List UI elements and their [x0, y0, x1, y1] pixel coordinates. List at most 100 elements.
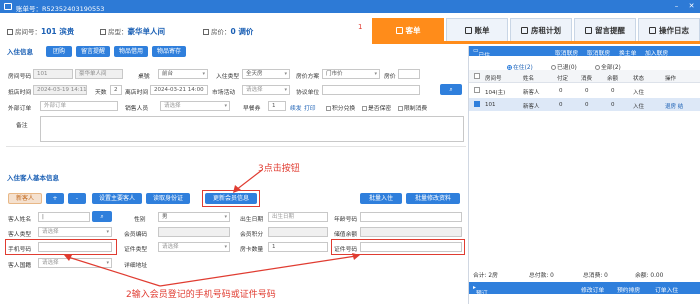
tab-underline: [372, 41, 700, 44]
change-main-order-link[interactable]: 换主单: [619, 48, 636, 57]
birth-label: 出生日期: [240, 217, 264, 223]
guest-section-title: 入住客人基本信息: [7, 174, 59, 182]
birth-field[interactable]: 出生日期: [268, 212, 328, 222]
guest-search-button[interactable]: ⌕: [92, 211, 112, 222]
batch-edit-button[interactable]: 批量修改资料: [406, 193, 460, 204]
row-ops-links[interactable]: 退房 结: [665, 102, 683, 110]
room-icon: [7, 29, 13, 35]
table-row[interactable]: 104(主) 新客人 0 0 0 入住: [469, 84, 700, 97]
market-select[interactable]: 请选择: [242, 85, 290, 95]
row-checkbox[interactable]: [474, 87, 480, 93]
guest-type-label: 客人类型: [8, 232, 32, 238]
points-label: 会员积分: [240, 232, 264, 238]
price-plan-select[interactable]: 门市价: [322, 69, 380, 79]
seller-select[interactable]: 请选择: [160, 101, 230, 111]
price-info: 房价：0 调价: [203, 26, 253, 37]
table-row[interactable]: 101 新客人 0 0 0 入住 退房 结: [469, 98, 700, 111]
select-all-checkbox[interactable]: [474, 73, 480, 79]
balance-field: [360, 227, 462, 237]
room-info: 房间号：101 滨贵: [7, 26, 74, 37]
batch-checkin-button[interactable]: 批量入住: [360, 193, 402, 204]
unlink-room-link-1[interactable]: 取消联房: [555, 48, 578, 57]
gender-select[interactable]: 男: [158, 212, 230, 222]
group-buy-button[interactable]: 团购: [46, 46, 72, 57]
price-value[interactable]: 0 调价: [231, 27, 254, 36]
card-num-field[interactable]: 1: [268, 242, 328, 252]
tab-message[interactable]: 留言提醒: [574, 18, 636, 42]
guest-type-select[interactable]: 请选择: [38, 227, 112, 237]
agreement-label: 协议单位: [296, 90, 320, 96]
close-icon[interactable]: ✕: [687, 2, 696, 10]
join-room-link[interactable]: 加入联房: [645, 48, 668, 57]
edit-order-button[interactable]: 修改订单: [581, 285, 604, 294]
row-checkbox[interactable]: [474, 101, 480, 107]
leave-label: 离店时间: [125, 90, 149, 96]
item-borrow-button[interactable]: 物品借用: [114, 46, 148, 57]
leave-field[interactable]: 2024-03-21 14:00: [150, 85, 208, 95]
section-divider: [6, 146, 466, 147]
cards-field[interactable]: 1: [268, 101, 286, 111]
age-field[interactable]: [360, 212, 462, 222]
add-guest-button[interactable]: +: [46, 193, 64, 204]
secret-checkbox[interactable]: [362, 106, 367, 111]
window-titlebar: 账单号：R52352403190553 – ✕: [0, 0, 700, 13]
tab-guest-order[interactable]: 客单: [372, 18, 444, 42]
message-reminder-button[interactable]: 留言提醒: [76, 46, 110, 57]
gender-label: 性别: [134, 217, 146, 223]
new-guest-button[interactable]: 新客人: [8, 193, 42, 204]
checkin-section-title: 入住信息: [7, 48, 33, 56]
price-plan-label: 房价方案: [296, 74, 320, 80]
tab-rent-plan[interactable]: 房租计划: [510, 18, 572, 42]
table-select[interactable]: 前台: [158, 69, 208, 79]
room-type-field: 豪华单人间: [75, 69, 123, 79]
opt-secret[interactable]: 是否保密: [362, 103, 391, 112]
minimize-icon[interactable]: –: [672, 2, 681, 10]
agreement-field[interactable]: [322, 85, 420, 95]
tab-bill[interactable]: 账单: [446, 18, 508, 42]
room-price-field[interactable]: [398, 69, 420, 79]
arrive-label: 抵店时间: [8, 90, 32, 96]
set-main-guest-button[interactable]: 设置主要客人: [92, 193, 142, 204]
renew-link[interactable]: 续发: [290, 103, 302, 112]
cards-label: 早餐券: [243, 106, 261, 112]
highlight-update-member: [202, 190, 260, 207]
points-checkbox[interactable]: [326, 106, 331, 111]
remove-guest-button[interactable]: -: [68, 193, 86, 204]
outer-order-field[interactable]: 外部订单: [40, 101, 118, 111]
room-price-label: 房价: [384, 74, 396, 80]
type-value: 豪华单人间: [127, 27, 166, 36]
tab-op-log[interactable]: 操作日志: [638, 18, 700, 42]
annotation-step2: 2输入会员登记的手机号码或证件号码: [126, 290, 276, 300]
points-field: [268, 227, 328, 237]
unlink-room-link-2[interactable]: 取消联房: [587, 48, 610, 57]
opt-limit[interactable]: 限制消费: [398, 103, 427, 112]
read-idcard-button[interactable]: 读取身份证: [146, 193, 190, 204]
marker-1: 1: [358, 23, 363, 31]
prebook-button[interactable]: ▸ 预订: [473, 285, 488, 297]
arrive-field: 2024-03-19 14:11: [33, 85, 87, 95]
right-header-title: ▭ 已住: [473, 48, 491, 59]
order-checkin-button[interactable]: 订单入住: [655, 285, 678, 294]
type-info: 房型：豪华单人间: [100, 26, 165, 37]
room-info-row: 房间号：101 滨贵 房型：豪华单人间 房价：0 调价: [0, 13, 370, 41]
guest-name-input[interactable]: |: [38, 212, 90, 222]
plan-icon: [521, 27, 528, 34]
opt-points[interactable]: 积分兑换: [326, 103, 355, 112]
remark-field[interactable]: [40, 116, 464, 142]
limit-checkbox[interactable]: [398, 106, 403, 111]
right-footer: 合计: 2房 总付款: 0 总消费: 0 余额: 0.00: [473, 273, 664, 279]
member-code-field: [158, 227, 230, 237]
days-field[interactable]: 2: [110, 85, 122, 95]
type-icon: [100, 29, 106, 35]
checkin-type-select[interactable]: 全天房: [242, 69, 290, 79]
outer-order-label: 外部订单: [8, 106, 32, 112]
price-icon: [203, 29, 209, 35]
item-storage-button[interactable]: 物品寄存: [152, 46, 186, 57]
room-value: 101 滨贵: [41, 27, 75, 36]
agreement-search-button[interactable]: ⌕: [440, 84, 462, 95]
print-link[interactable]: 打印: [304, 103, 316, 112]
id-type-select[interactable]: 请选择: [158, 242, 230, 252]
tab-bar: 客单 账单 房租计划 留言提醒 操作日志: [372, 15, 700, 42]
log-icon: [649, 27, 656, 34]
pre-schedule-button[interactable]: 预约排房: [617, 285, 640, 294]
